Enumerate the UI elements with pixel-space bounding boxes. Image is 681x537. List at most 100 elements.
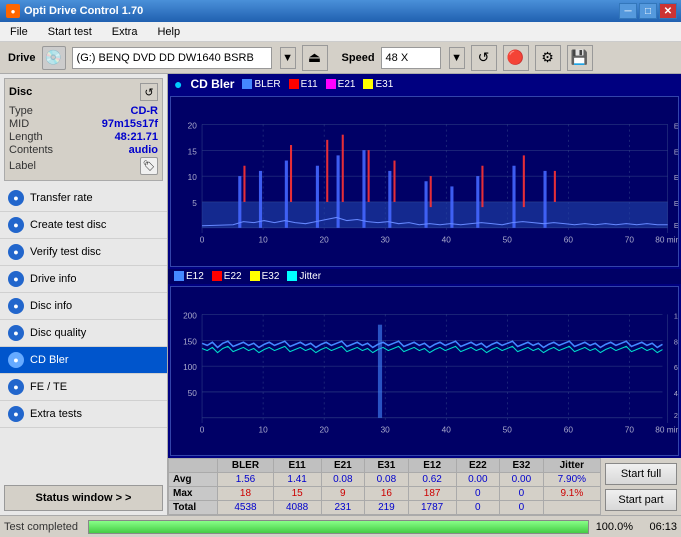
svg-text:E16 X: E16 X [674,221,678,230]
app-icon: ● [6,4,20,18]
col-header-empty [169,459,218,473]
speed-combo[interactable]: 48 X [381,47,441,69]
disc-label-label: Label [9,160,36,172]
legend-jitter: Jitter [287,271,321,282]
avg-e12: 0.62 [408,473,456,487]
drive-combo[interactable]: (G:) BENQ DVD DD DW1640 BSRB [72,47,272,69]
start-full-button[interactable]: Start full [605,463,677,485]
svg-text:10%: 10% [674,311,678,320]
disc-mid-value: 97m15s17f [102,118,158,130]
avg-e21: 0.08 [321,473,365,487]
nav-disc-info[interactable]: ● Disc info [0,293,167,320]
svg-text:40: 40 [442,235,452,244]
svg-text:20: 20 [320,235,330,244]
legend-e32: E32 [250,271,280,282]
avg-jitter: 7.90% [543,473,600,487]
status-bar: Test completed 100.0% 06:13 [0,515,681,537]
col-header-bler: BLER [218,459,273,473]
svg-text:40: 40 [442,425,452,434]
max-e12: 187 [408,487,456,501]
bottom-chart: 200 150 100 50 0 10 20 30 40 50 60 70 80… [170,286,679,457]
menu-file[interactable]: File [6,24,32,40]
svg-text:60: 60 [564,425,574,434]
top-chart-svg: 20 15 10 5 0 10 20 30 40 50 60 70 80 min… [171,97,678,266]
progress-bar-container [88,520,589,534]
close-button[interactable]: ✕ [659,3,677,19]
col-header-e21: E21 [321,459,365,473]
col-header-e22: E22 [456,459,500,473]
chart-header: ● CD Bler BLER E11 E21 E31 [168,74,681,94]
svg-text:100: 100 [183,363,197,372]
total-e22: 0 [456,501,500,515]
stats-table: BLER E11 E21 E31 E12 E22 E32 Jitter [168,458,601,515]
status-window-button[interactable]: Status window > > [4,485,163,511]
nav-icon-fe-te: ● [8,379,24,395]
svg-text:60: 60 [564,235,574,244]
legend-bler: BLER [242,79,280,90]
nav-list: ● Transfer rate ● Create test disc ● Ver… [0,185,167,481]
total-e31: 219 [365,501,409,515]
total-bler: 4538 [218,501,273,515]
menu-help[interactable]: Help [153,24,184,40]
max-e31: 16 [365,487,409,501]
disc-section-title: Disc [9,86,32,98]
svg-text:6%: 6% [674,363,678,372]
status-text: Test completed [4,521,84,533]
legend-e21: E21 [326,79,356,90]
eject-button[interactable]: ⏏ [302,45,328,71]
total-e32: 0 [500,501,544,515]
svg-text:70: 70 [625,425,635,434]
settings-button[interactable]: ⚙ [535,45,561,71]
menu-extra[interactable]: Extra [108,24,142,40]
menu-start-test[interactable]: Start test [44,24,96,40]
disc-type-value: CD-R [131,105,159,117]
window-controls: ─ □ ✕ [619,3,677,19]
row-label-max: Max [169,487,218,501]
speed-label: Speed [342,52,375,64]
col-header-e32: E32 [500,459,544,473]
action-buttons: Start full Start part [601,458,681,515]
table-row-avg: Avg 1.56 1.41 0.08 0.08 0.62 0.00 0.00 7… [169,473,601,487]
svg-text:4%: 4% [674,389,678,398]
drive-label: Drive [8,52,36,64]
svg-text:E48 X: E48 X [674,121,678,130]
svg-text:20: 20 [188,121,198,130]
nav-icon-disc-info: ● [8,298,24,314]
drive-combo-arrow[interactable]: ▼ [280,47,296,69]
chart-title: CD Bler [190,77,234,91]
refresh-button[interactable]: ↺ [471,45,497,71]
nav-icon-verify-test-disc: ● [8,244,24,260]
elapsed-time: 06:13 [637,521,677,533]
nav-transfer-rate[interactable]: ● Transfer rate [0,185,167,212]
svg-text:10: 10 [258,425,268,434]
nav-create-test-disc[interactable]: ● Create test disc [0,212,167,239]
content-area: Disc ↺ Type CD-R MID 97m15s17f Length 48… [0,74,681,515]
svg-text:30: 30 [381,425,391,434]
nav-disc-quality[interactable]: ● Disc quality [0,320,167,347]
nav-icon-extra-tests: ● [8,406,24,422]
top-chart: 20 15 10 5 0 10 20 30 40 50 60 70 80 min… [170,96,679,267]
nav-verify-test-disc[interactable]: ● Verify test disc [0,239,167,266]
max-e32: 0 [500,487,544,501]
speed-combo-arrow[interactable]: ▼ [449,47,465,69]
nav-extra-tests[interactable]: ● Extra tests [0,401,167,428]
progress-bar-fill [89,521,588,533]
disc-refresh-button[interactable]: ↺ [140,83,158,101]
burn-button[interactable]: 🔴 [503,45,529,71]
svg-text:0: 0 [200,235,205,244]
bottom-chart-legend: E12 E22 E32 Jitter [168,269,681,284]
nav-cd-bler[interactable]: ● CD Bler [0,347,167,374]
maximize-button[interactable]: □ [639,3,657,19]
svg-text:50: 50 [188,389,198,398]
nav-fe-te[interactable]: ● FE / TE [0,374,167,401]
max-jitter: 9.1% [543,487,600,501]
disc-label-icon[interactable]: 🏷 [140,157,158,175]
svg-text:E40 X: E40 X [674,147,678,156]
legend-e31: E31 [363,79,393,90]
disc-length-label: Length [9,131,43,143]
nav-drive-info[interactable]: ● Drive info [0,266,167,293]
minimize-button[interactable]: ─ [619,3,637,19]
svg-text:50: 50 [503,425,513,434]
start-part-button[interactable]: Start part [605,489,677,511]
save-button[interactable]: 💾 [567,45,593,71]
